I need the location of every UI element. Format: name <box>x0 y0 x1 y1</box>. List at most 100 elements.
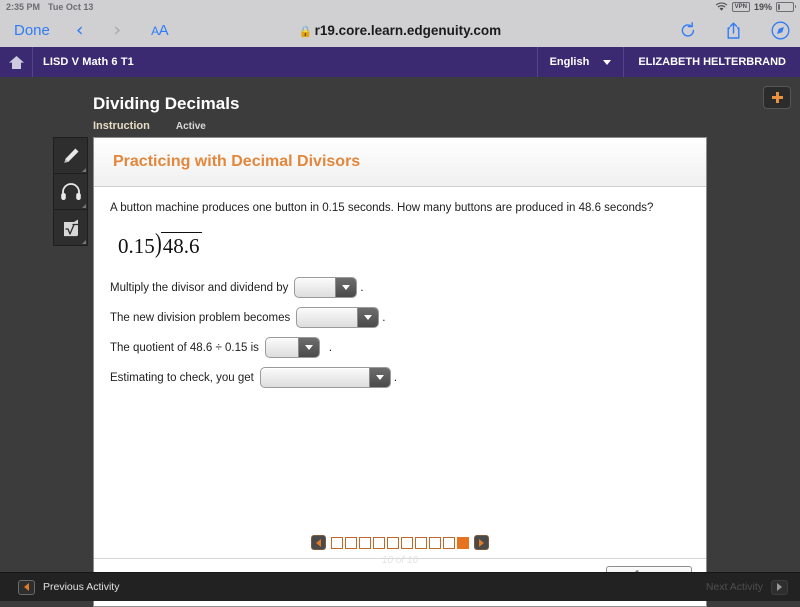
ios-status-bar: 2:35 PM Tue Oct 13 VPN 19% <box>0 0 800 14</box>
pagination-box[interactable] <box>443 537 455 549</box>
answer-row-period: . <box>329 342 332 354</box>
plus-icon <box>771 91 784 104</box>
audio-tool[interactable] <box>54 174 87 210</box>
triangle-right-icon <box>771 580 788 595</box>
dropdown-new-problem[interactable] <box>296 307 379 328</box>
battery-percent: 19% <box>754 2 772 12</box>
safari-nav-group: ‹ › <box>76 21 121 40</box>
triangle-left-icon <box>316 539 321 547</box>
chevron-down-icon <box>357 308 378 327</box>
calculator-tool[interactable] <box>54 210 87 245</box>
dropdown-value <box>261 368 369 387</box>
safari-done-button[interactable]: Done <box>14 22 50 39</box>
screen: 2:35 PM Tue Oct 13 VPN 19% Done ‹ › AA 🔒… <box>0 0 800 600</box>
next-activity-button: Next Activity <box>706 580 788 595</box>
share-icon[interactable] <box>726 22 741 40</box>
card-heading: Practicing with Decimal Divisors <box>113 153 360 171</box>
division-dividend: 48.6 <box>161 232 202 257</box>
pagination-box[interactable] <box>373 537 385 549</box>
answer-row-label: The quotient of 48.6 ÷ 0.15 is <box>110 342 259 354</box>
pencil-tool[interactable] <box>54 138 87 174</box>
answer-row: The new division problem becomes . <box>110 306 690 329</box>
pagination: 10 of 10 <box>0 535 800 566</box>
compass-icon[interactable] <box>771 21 790 40</box>
dropdown-value <box>297 308 357 327</box>
dropdown-value <box>266 338 298 357</box>
text-size-button[interactable]: AA <box>151 22 168 39</box>
language-label: English <box>550 56 590 68</box>
chevron-down-icon <box>298 338 319 357</box>
pagination-box[interactable] <box>387 537 399 549</box>
status-time: 2:35 PM <box>6 2 40 12</box>
page-title: Dividing Decimals <box>93 94 239 114</box>
pagination-box[interactable] <box>331 537 343 549</box>
add-button[interactable] <box>763 86 791 109</box>
reload-icon[interactable] <box>680 22 696 39</box>
pagination-row <box>311 535 489 550</box>
headphones-icon <box>60 182 82 201</box>
pagination-box[interactable] <box>401 537 413 549</box>
forward-icon: › <box>113 21 121 40</box>
safari-toolbar: Done ‹ › AA 🔒r19.core.learn.edgenuity.co… <box>0 14 800 48</box>
user-name[interactable]: ELIZABETH HELTERBRAND <box>624 56 800 68</box>
tab-active[interactable]: Active <box>176 121 206 132</box>
home-button[interactable] <box>0 47 33 77</box>
chevron-down-icon <box>369 368 390 387</box>
triangle-left-icon <box>18 580 35 595</box>
tool-rail <box>53 137 88 246</box>
dropdown-quotient[interactable] <box>265 337 320 358</box>
answer-row-period: . <box>394 372 397 384</box>
answer-row: Multiply the divisor and dividend by . <box>110 276 690 299</box>
division-bracket-icon: ) <box>155 232 162 255</box>
pagination-box[interactable] <box>457 537 469 549</box>
next-activity-label: Next Activity <box>706 581 763 593</box>
pagination-next-button[interactable] <box>474 535 489 550</box>
battery-icon <box>776 2 794 12</box>
previous-activity-label: Previous Activity <box>43 581 119 593</box>
pagination-box[interactable] <box>415 537 427 549</box>
tab-instruction[interactable]: Instruction <box>93 120 150 132</box>
pagination-box[interactable] <box>345 537 357 549</box>
previous-activity-button[interactable]: Previous Activity <box>18 580 119 595</box>
pagination-boxes <box>330 537 470 549</box>
question-prompt: A button machine produces one button in … <box>110 187 690 216</box>
bottom-activity-bar: Previous Activity Next Activity <box>0 572 800 601</box>
status-bar-left: 2:35 PM Tue Oct 13 <box>0 2 93 12</box>
triangle-right-icon <box>479 539 484 547</box>
address-bar[interactable] <box>250 16 550 45</box>
status-bar-right: VPN 19% <box>715 0 794 14</box>
dropdown-value <box>295 278 335 297</box>
wifi-icon <box>715 2 728 12</box>
pagination-prev-button[interactable] <box>311 535 326 550</box>
status-date: Tue Oct 13 <box>48 2 93 12</box>
home-icon <box>8 55 25 70</box>
page-body: Dividing Decimals Instruction Active <box>0 77 800 572</box>
safari-actions <box>680 21 790 40</box>
square-root-icon <box>61 218 81 238</box>
app-header: LISD V Math 6 T1 English ELIZABETH HELTE… <box>0 47 800 77</box>
pagination-box[interactable] <box>429 537 441 549</box>
lesson-tabs: Instruction Active <box>93 120 206 132</box>
app-header-right: English ELIZABETH HELTERBRAND <box>537 47 800 77</box>
card-header: Practicing with Decimal Divisors <box>94 138 706 187</box>
pagination-box[interactable] <box>359 537 371 549</box>
answer-row-period: . <box>360 282 363 294</box>
vpn-badge: VPN <box>732 2 750 12</box>
dropdown-multiply-by[interactable] <box>294 277 357 298</box>
answer-row: The quotient of 48.6 ÷ 0.15 is . <box>110 336 690 359</box>
pagination-count: 10 of 10 <box>382 555 418 566</box>
language-selector[interactable]: English <box>537 47 625 77</box>
answer-row-label: Estimating to check, you get <box>110 372 254 384</box>
course-name[interactable]: LISD V Math 6 T1 <box>43 56 134 68</box>
back-icon[interactable]: ‹ <box>76 21 84 40</box>
pencil-icon <box>61 146 81 166</box>
division-divisor: 0.15 <box>118 232 155 257</box>
answer-row: Estimating to check, you get . <box>110 366 690 389</box>
dropdown-estimate[interactable] <box>260 367 391 388</box>
chevron-down-icon <box>603 60 611 65</box>
answer-rows: Multiply the divisor and dividend by . T… <box>110 276 690 389</box>
answer-row-label: Multiply the divisor and dividend by <box>110 282 288 294</box>
long-division-expression: 0.15)48.6 <box>118 232 202 257</box>
answer-row-label: The new division problem becomes <box>110 312 290 324</box>
answer-row-period: . <box>382 312 385 324</box>
